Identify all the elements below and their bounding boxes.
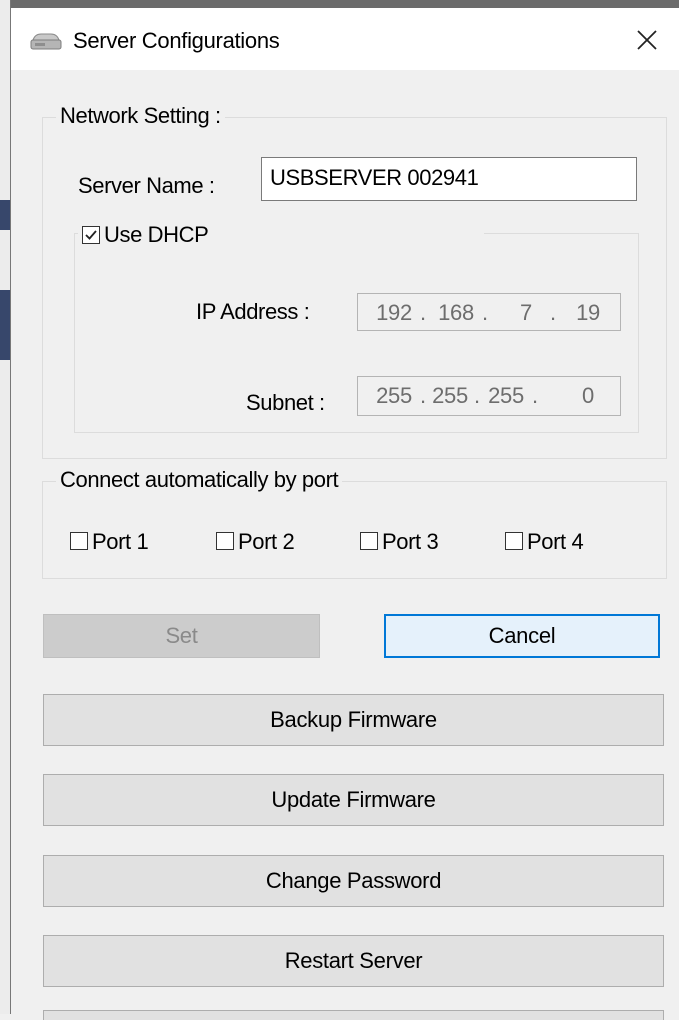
subnet-dot: . xyxy=(420,383,426,408)
close-button[interactable] xyxy=(629,22,665,58)
server-name-field[interactable]: USBSERVER 002941 xyxy=(261,157,637,201)
cancel-button[interactable]: Cancel xyxy=(384,614,660,658)
ip-octet-4: 19 xyxy=(576,300,600,325)
port-1-checkbox[interactable] xyxy=(70,532,88,550)
server-configurations-dialog: Server Configurations Network Setting : … xyxy=(0,0,679,1020)
ip-address-label: IP Address : xyxy=(196,299,310,324)
ip-octet-1: 192 xyxy=(376,300,412,325)
port-4-label: Port 4 xyxy=(527,529,584,554)
background-window-edge xyxy=(0,0,11,1014)
ip-dot: . xyxy=(550,300,556,325)
subnet-octet-3: 255 xyxy=(488,383,524,408)
subnet-dot: . xyxy=(474,383,480,408)
port-3-label: Port 3 xyxy=(382,529,439,554)
server-name-label: Server Name : xyxy=(78,173,215,198)
background-window-mark xyxy=(0,200,10,230)
change-password-button[interactable]: Change Password xyxy=(43,855,664,907)
port-group-legend: Connect automatically by port xyxy=(56,467,343,493)
backup-firmware-button[interactable]: Backup Firmware xyxy=(43,694,664,746)
partial-button xyxy=(43,1010,664,1020)
ip-dot: . xyxy=(482,300,488,325)
ip-address-field: 192 . 168 . 7 . 19 xyxy=(357,293,621,331)
checkmark-icon xyxy=(84,229,97,240)
ip-dot: . xyxy=(420,300,426,325)
subnet-octet-1: 255 xyxy=(376,383,412,408)
set-button[interactable]: Set xyxy=(43,614,320,658)
use-dhcp-label: Use DHCP xyxy=(104,222,209,247)
window-top-border xyxy=(0,0,679,8)
subnet-octet-2: 255 xyxy=(432,383,468,408)
subnet-octet-4: 0 xyxy=(582,383,594,408)
port-1-label: Port 1 xyxy=(92,529,149,554)
network-setting-legend: Network Setting : xyxy=(56,103,225,129)
use-dhcp-checkbox[interactable] xyxy=(82,226,100,244)
title-bar[interactable]: Server Configurations xyxy=(11,8,679,70)
update-firmware-button[interactable]: Update Firmware xyxy=(43,774,664,826)
port-4-checkbox[interactable] xyxy=(505,532,523,550)
subnet-label: Subnet : xyxy=(246,390,325,415)
server-icon xyxy=(29,32,63,52)
background-window-mark xyxy=(0,290,10,360)
close-icon xyxy=(637,30,657,50)
port-3-checkbox[interactable] xyxy=(360,532,378,550)
ip-octet-2: 168 xyxy=(438,300,474,325)
subnet-dot: . xyxy=(532,383,538,408)
restart-server-button[interactable]: Restart Server xyxy=(43,935,664,987)
window-title: Server Configurations xyxy=(73,28,280,53)
subnet-field: 255 . 255 . 255 . 0 xyxy=(357,376,621,416)
port-2-label: Port 2 xyxy=(238,529,295,554)
port-2-checkbox[interactable] xyxy=(216,532,234,550)
ip-octet-3: 7 xyxy=(520,300,532,325)
